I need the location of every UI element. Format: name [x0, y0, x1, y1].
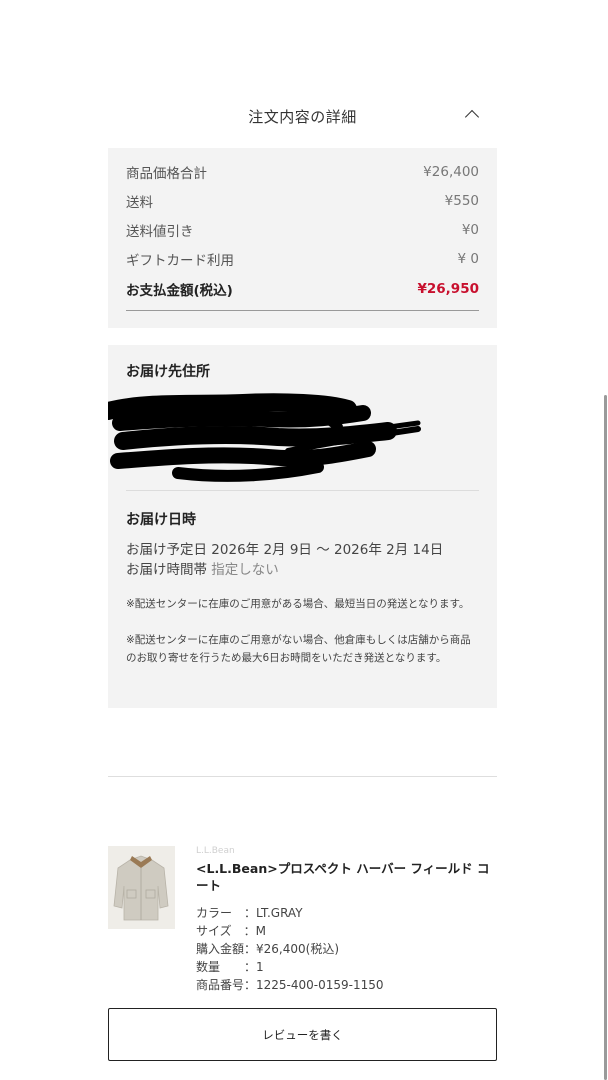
order-details-title: 注文内容の詳細 — [248, 108, 357, 126]
time-label: お届け時間帯 — [126, 562, 207, 578]
price-row-gift-card: ギフトカード利用 ¥ 0 — [126, 248, 479, 270]
attr-color: カラー ：LT.GRAY — [196, 904, 384, 922]
delivery-info: お届け先住所 お届け日時 お届け予定日 2026年 2月 9日 〜 2026年 … — [108, 345, 497, 708]
time-value: 指定しない — [211, 562, 279, 578]
attr-size: サイズ ：M — [196, 922, 384, 940]
date-heading: お届け日時 — [126, 512, 196, 528]
attr-key: カラー ： — [196, 906, 257, 920]
product-name[interactable]: <L.L.Bean>プロスペクト ハーバー フィールド コート — [196, 860, 496, 894]
attr-key: 商品番号： — [196, 978, 257, 992]
total-label: お支払金額(税込) — [126, 283, 233, 299]
total-underline — [126, 310, 479, 311]
order-details-toggle[interactable]: 注文内容の詳細 — [108, 100, 497, 132]
attr-quantity: 数量 ：1 — [196, 958, 384, 976]
order-detail-page: 注文内容の詳細 商品価格合計 ¥26,400 送料 ¥550 送料値引き ¥0 … — [0, 0, 608, 1080]
price-label: 送料 — [126, 195, 153, 211]
total-value: ¥26,950 — [417, 281, 480, 297]
price-label: 商品価格合計 — [126, 166, 207, 182]
scheduled-label: お届け予定日 — [126, 542, 207, 558]
delivery-time-line: お届け時間帯 指定しない — [126, 558, 279, 578]
price-value: ¥26,400 — [423, 164, 479, 180]
section-divider — [108, 776, 497, 777]
price-label: 送料値引き — [126, 224, 194, 240]
attr-value: 1 — [256, 960, 264, 974]
redacted-address-scribble — [108, 393, 421, 482]
attr-value: M — [255, 924, 266, 938]
shipping-note-in-stock: ※配送センターに在庫のご用意がある場合、最短当日の発送となります。 — [126, 598, 470, 610]
attr-product-number: 商品番号：1225-400-0159-1150 — [196, 976, 384, 994]
attr-value: ¥26,400(税込) — [256, 942, 340, 956]
scrollbar[interactable] — [604, 395, 607, 1080]
attr-value: 1225-400-0159-1150 — [256, 978, 384, 992]
price-label: ギフトカード利用 — [126, 253, 234, 269]
attr-key: サイズ ： — [196, 924, 256, 938]
price-row-total: お支払金額(税込) ¥26,950 — [126, 278, 479, 300]
attr-price: 購入金額：¥26,400(税込) — [196, 940, 384, 958]
address-heading: お届け先住所 — [126, 364, 210, 380]
price-value: ¥ 0 — [457, 251, 479, 267]
product-image[interactable] — [108, 846, 175, 929]
coat-image-icon — [108, 846, 175, 929]
price-row-subtotal: 商品価格合計 ¥26,400 — [126, 161, 479, 183]
price-value: ¥0 — [461, 222, 479, 238]
attr-key: 数量 ： — [196, 960, 257, 974]
product-brand: L.L.Bean — [196, 846, 235, 856]
delivery-divider — [126, 490, 479, 491]
product-attributes: カラー ：LT.GRAY サイズ ：M 購入金額：¥26,400(税込) 数量 … — [196, 904, 384, 994]
attr-key: 購入金額： — [196, 942, 257, 956]
shipping-note-out-of-stock: ※配送センターに在庫のご用意がない場合、他倉庫もしくは店舗から商品のお取り寄せを… — [126, 634, 471, 664]
price-row-shipping: 送料 ¥550 — [126, 190, 479, 212]
price-row-shipping-discount: 送料値引き ¥0 — [126, 219, 479, 241]
write-review-button[interactable]: レビューを書く — [108, 1008, 497, 1061]
scheduled-date-line: お届け予定日 2026年 2月 9日 〜 2026年 2月 14日 — [126, 538, 443, 558]
price-value: ¥550 — [444, 193, 479, 209]
price-summary: 商品価格合計 ¥26,400 送料 ¥550 送料値引き ¥0 ギフトカード利用… — [108, 148, 497, 328]
attr-value: LT.GRAY — [256, 906, 303, 920]
scheduled-value: 2026年 2月 9日 〜 2026年 2月 14日 — [211, 542, 444, 558]
